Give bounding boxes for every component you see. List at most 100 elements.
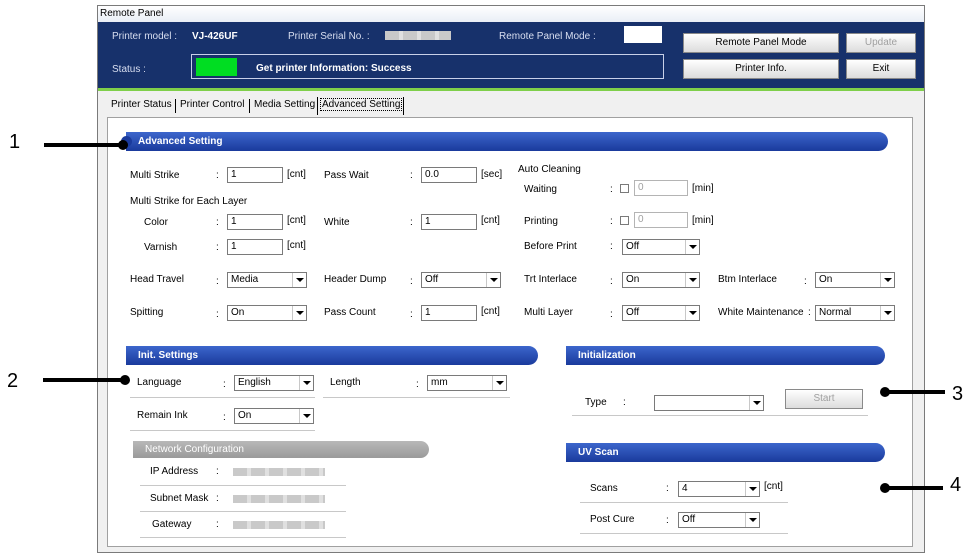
length-select[interactable]: mm bbox=[427, 375, 507, 391]
dropdown-arrow-icon bbox=[685, 273, 699, 287]
update-button[interactable]: Update bbox=[846, 33, 916, 53]
pass-count-input[interactable]: 1 bbox=[421, 305, 477, 321]
dropdown-arrow-icon bbox=[492, 376, 506, 390]
colon: : bbox=[216, 242, 219, 253]
printing-label: Printing bbox=[524, 216, 558, 227]
printing-unit: [min] bbox=[692, 215, 714, 226]
scans-select[interactable]: 4 bbox=[678, 481, 760, 497]
language-value: English bbox=[238, 377, 271, 388]
btm-interlace-label: Btm Interlace bbox=[718, 274, 777, 285]
btm-interlace-value: On bbox=[819, 274, 833, 285]
language-select[interactable]: English bbox=[234, 375, 314, 391]
tab-divider bbox=[249, 99, 250, 113]
printing-checkbox[interactable] bbox=[620, 216, 629, 225]
initialization-header: Initialization bbox=[566, 346, 885, 365]
dropdown-arrow-icon bbox=[749, 396, 763, 410]
divider bbox=[323, 397, 510, 398]
init-settings-header: Init. Settings bbox=[126, 346, 538, 365]
btm-interlace-select[interactable]: On bbox=[815, 272, 895, 288]
printer-info-button[interactable]: Printer Info. bbox=[683, 59, 839, 79]
colon: : bbox=[216, 519, 219, 530]
callout-4-number: 4 bbox=[950, 474, 962, 496]
initialization-type-select[interactable] bbox=[654, 395, 764, 411]
white-maintenance-value: Normal bbox=[819, 307, 852, 318]
tab-printer-control[interactable]: Printer Control bbox=[180, 99, 244, 110]
post-cure-value: Off bbox=[682, 514, 696, 525]
waiting-label: Waiting bbox=[524, 184, 557, 195]
divider bbox=[580, 502, 788, 503]
multi-layer-select[interactable]: Off bbox=[622, 305, 700, 321]
auto-cleaning-label: Auto Cleaning bbox=[518, 164, 581, 175]
tab-divider bbox=[175, 99, 176, 113]
tab-divider bbox=[317, 97, 318, 115]
remain-ink-label: Remain Ink bbox=[137, 410, 188, 421]
colon: : bbox=[804, 276, 807, 287]
divider bbox=[140, 511, 346, 512]
before-print-value: Off bbox=[626, 241, 640, 252]
callout-4-line bbox=[885, 486, 943, 490]
white-maintenance-select[interactable]: Normal bbox=[815, 305, 895, 321]
multi-layer-value: Off bbox=[626, 307, 640, 318]
init-settings-title: Init. Settings bbox=[138, 350, 198, 361]
remain-ink-select[interactable]: On bbox=[234, 408, 314, 424]
colon: : bbox=[216, 466, 219, 477]
varnish-input[interactable]: 1 bbox=[227, 239, 283, 255]
status-text: Get printer Information: Success bbox=[256, 63, 412, 74]
divider bbox=[572, 415, 868, 416]
callout-2-line bbox=[43, 378, 123, 382]
colon: : bbox=[223, 412, 226, 423]
subnet-mask-label: Subnet Mask bbox=[150, 493, 209, 504]
trt-interlace-select[interactable]: On bbox=[622, 272, 700, 288]
before-print-select[interactable]: Off bbox=[622, 239, 700, 255]
header-dump-label: Header Dump bbox=[324, 274, 387, 285]
multi-strike-input[interactable]: 1 bbox=[227, 167, 283, 183]
pass-wait-input[interactable]: 0.0 bbox=[421, 167, 477, 183]
scans-value: 4 bbox=[682, 483, 688, 494]
callout-2-number: 2 bbox=[7, 370, 19, 392]
colon: : bbox=[666, 515, 669, 526]
printing-input[interactable]: 0 bbox=[634, 212, 688, 228]
exit-button[interactable]: Exit bbox=[846, 59, 916, 79]
multi-strike-label: Multi Strike bbox=[130, 170, 180, 181]
dropdown-arrow-icon bbox=[299, 409, 313, 423]
tab-divider bbox=[403, 97, 404, 115]
head-travel-label: Head Travel bbox=[130, 274, 184, 285]
subnet-mask-redacted bbox=[233, 495, 325, 503]
white-unit: [cnt] bbox=[481, 215, 500, 226]
pass-count-unit: [cnt] bbox=[481, 306, 500, 317]
head-travel-value: Media bbox=[231, 274, 259, 285]
divider bbox=[580, 533, 788, 534]
length-value: mm bbox=[431, 377, 448, 388]
white-input[interactable]: 1 bbox=[421, 214, 477, 230]
start-button[interactable]: Start bbox=[785, 389, 863, 409]
head-travel-select[interactable]: Media bbox=[227, 272, 307, 288]
advanced-setting-title: Advanced Setting bbox=[138, 136, 223, 147]
spitting-select[interactable]: On bbox=[227, 305, 307, 321]
divider bbox=[130, 397, 315, 398]
scans-unit: [cnt] bbox=[764, 481, 783, 492]
header-dump-select[interactable]: Off bbox=[421, 272, 501, 288]
colon: : bbox=[410, 170, 413, 181]
multi-layer-label: Multi Layer bbox=[524, 307, 573, 318]
tab-printer-status[interactable]: Printer Status bbox=[111, 99, 172, 110]
initialization-title: Initialization bbox=[578, 350, 636, 361]
post-cure-select[interactable]: Off bbox=[678, 512, 760, 528]
color-input[interactable]: 1 bbox=[227, 214, 283, 230]
status-led bbox=[196, 58, 237, 76]
colon: : bbox=[610, 184, 613, 195]
dropdown-arrow-icon bbox=[745, 482, 759, 496]
colon: : bbox=[666, 483, 669, 494]
pass-count-label: Pass Count bbox=[324, 307, 376, 318]
divider bbox=[140, 485, 346, 486]
tab-advanced-setting[interactable]: Advanced Setting bbox=[320, 98, 403, 111]
dropdown-arrow-icon bbox=[880, 306, 894, 320]
waiting-checkbox[interactable] bbox=[620, 184, 629, 193]
dropdown-arrow-icon bbox=[486, 273, 500, 287]
remote-panel-mode-button[interactable]: Remote Panel Mode bbox=[683, 33, 839, 53]
pass-wait-label: Pass Wait bbox=[324, 170, 369, 181]
waiting-input[interactable]: 0 bbox=[634, 180, 688, 196]
window-title: Remote Panel bbox=[100, 8, 164, 19]
ip-address-label: IP Address bbox=[150, 466, 199, 477]
tab-media-setting[interactable]: Media Setting bbox=[254, 99, 315, 110]
uv-scan-title: UV Scan bbox=[578, 447, 619, 458]
